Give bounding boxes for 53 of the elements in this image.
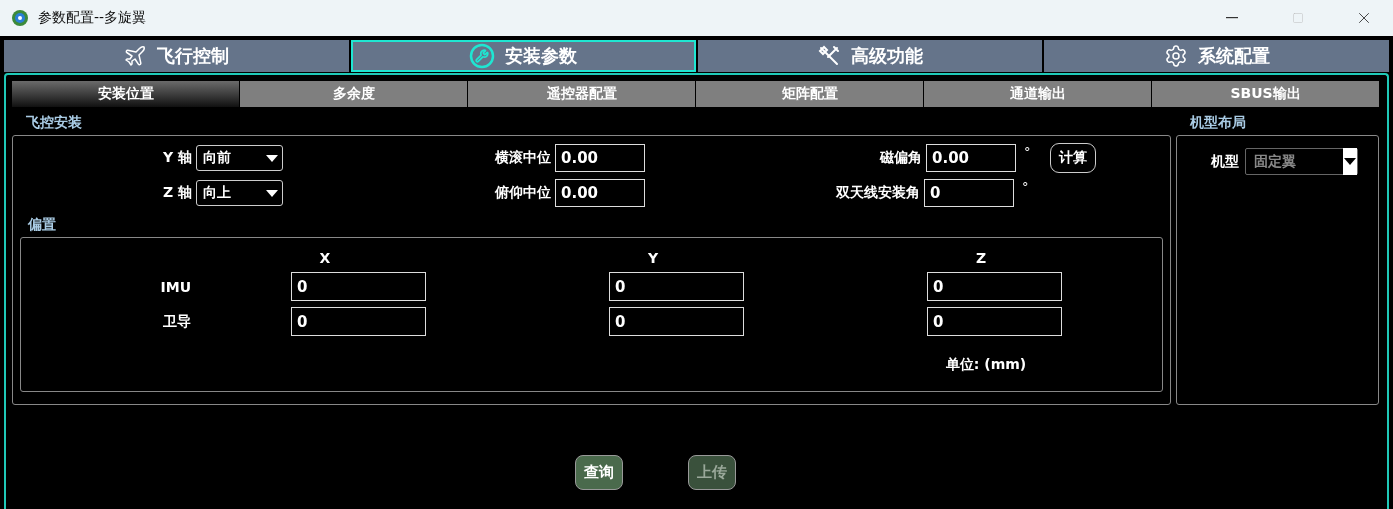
input-field[interactable]: 0 — [927, 307, 1062, 336]
sub-tab[interactable]: 安装位置 — [12, 81, 239, 107]
calculate-button[interactable]: 计算 — [1050, 143, 1096, 173]
column-header: Z — [975, 250, 987, 266]
field-label: Z 轴 — [162, 184, 192, 202]
input-field[interactable]: 0.00 — [555, 144, 645, 172]
group-title: 偏置 — [27, 215, 56, 234]
sub-tab[interactable]: 多余度 — [240, 81, 467, 107]
row-label: 卫导 — [163, 312, 191, 331]
column-header: Y — [647, 250, 659, 266]
input-field[interactable]: 0 — [924, 179, 1014, 207]
unit-label: ° — [1023, 144, 1032, 159]
caret-icon — [266, 189, 278, 197]
field-label: 双天线安装角 — [836, 184, 920, 202]
caret-icon — [1344, 158, 1356, 165]
dropdown[interactable]: 向前 — [196, 145, 283, 171]
sub-tab[interactable]: 通道输出 — [924, 81, 1151, 107]
settings-icon — [1163, 44, 1188, 68]
column-header: X — [319, 250, 331, 266]
minimize-icon — [1226, 17, 1238, 19]
app-icon — [10, 8, 30, 28]
group-title: 机型布局 — [1189, 113, 1246, 132]
group-title: 飞控安装 — [25, 113, 82, 132]
main-tab[interactable]: 安装参数 — [350, 40, 696, 72]
airplane-icon — [123, 44, 148, 68]
unit-label: ° — [1021, 179, 1030, 194]
sub-tab[interactable]: 矩阵配置 — [696, 81, 923, 107]
input-field[interactable]: 0 — [291, 307, 426, 336]
field-label: 横滚中位 — [495, 149, 551, 167]
main-tab[interactable]: 系统配置 — [1044, 40, 1389, 72]
maximize-icon — [1292, 12, 1304, 24]
action-button[interactable]: 查询 — [575, 455, 623, 490]
wrench-icon — [469, 43, 496, 69]
sub-tab[interactable]: SBUS输出 — [1152, 81, 1379, 107]
input-field[interactable]: 0 — [609, 272, 744, 301]
input-field[interactable]: 0.00 — [555, 179, 645, 207]
input-field[interactable]: 0 — [291, 272, 426, 301]
sub-tab[interactable]: 遥控器配置 — [468, 81, 695, 107]
window-title: 参数配置--多旋翼 — [38, 9, 148, 27]
row-label: IMU — [160, 278, 191, 295]
dropdown[interactable]: 向上 — [196, 180, 283, 206]
input-field[interactable]: 0.00 — [926, 144, 1016, 172]
main-tab[interactable]: 飞行控制 — [4, 40, 349, 72]
field-label: 机型 — [1211, 152, 1239, 171]
caret-icon — [266, 154, 278, 162]
field-label: 俯仰中位 — [495, 184, 551, 202]
unit-note: 单位: (mm) — [945, 356, 1027, 374]
input-field[interactable]: 0 — [609, 307, 744, 336]
field-label: 磁偏角 — [880, 149, 922, 167]
tools-icon — [816, 44, 841, 68]
input-field[interactable]: 0 — [927, 272, 1062, 301]
main-tab[interactable]: 高级功能 — [697, 40, 1043, 72]
field-label: Y 轴 — [163, 149, 192, 167]
